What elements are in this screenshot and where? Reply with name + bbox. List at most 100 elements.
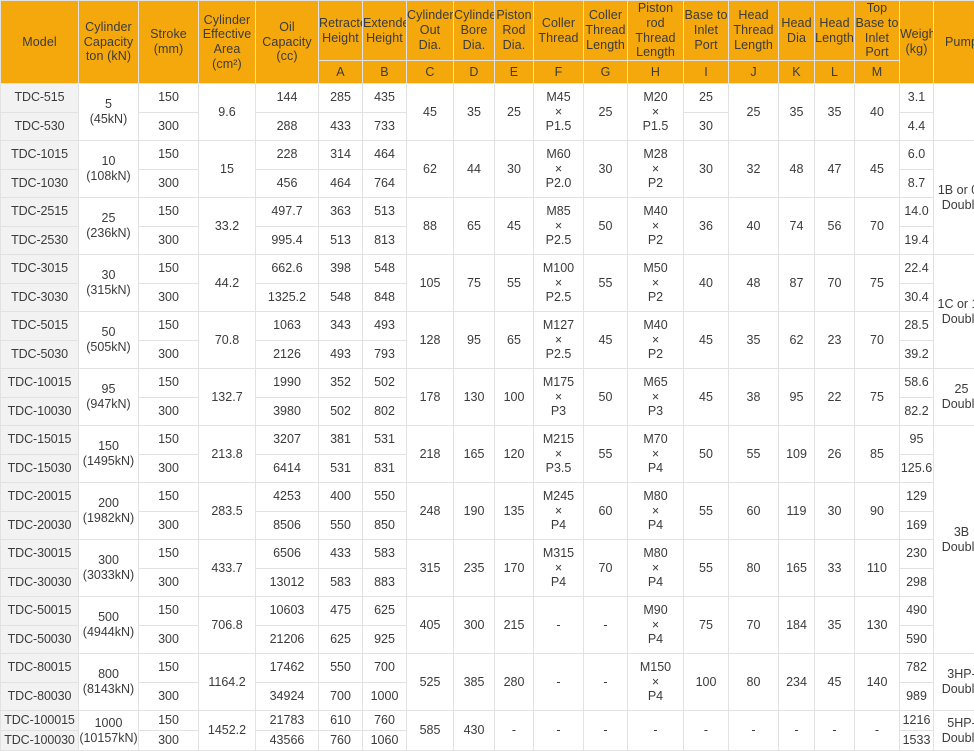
cell-model: TDC-2530 [0, 225, 79, 255]
cell-extended-height: 583 [362, 539, 407, 569]
col-header-outdia: Cylinder Out Dia. [406, 0, 454, 61]
cell-capacity-line: (947kN) [86, 397, 131, 411]
cell-area: 433.7 [198, 539, 256, 597]
cell-piston-rod-thread-length-line: × [651, 161, 660, 176]
col-letter-A: A [318, 60, 363, 84]
cell-coller-thread-line: × [554, 161, 563, 176]
cell-out-dia: 45 [406, 83, 454, 141]
table-row: TDC-5015 50 (505kN) 150 70.8 1063 343 493 128 95 6… [0, 311, 974, 369]
cell-extended-height: 464 [362, 140, 407, 170]
cell-head-dia: 109 [778, 425, 815, 483]
cell-model: TDC-15015 [0, 425, 79, 455]
cell-rod-dia: 170 [494, 539, 534, 597]
cell-coller-thread-length: 70 [583, 539, 628, 597]
cell-coller-thread-line: M215 [542, 431, 575, 446]
cell-piston-rod-thread-length-line: × [651, 617, 660, 632]
cell-head-dia: 119 [778, 482, 815, 540]
cell-weight: 6.0 [899, 140, 934, 170]
cell-weight: 129 [899, 482, 934, 512]
cell-rod-dia: 30 [494, 140, 534, 198]
cell-area: 1452.2 [198, 710, 256, 751]
cell-retracted-height: 398 [318, 254, 363, 284]
cell-coller-thread: M127 × P2.5 [533, 311, 584, 369]
col-header-weight: Weight(kg) [899, 0, 934, 84]
cell-coller-thread-line: × [554, 332, 563, 347]
cell-coller-thread-line: P2.5 [545, 347, 572, 362]
cell-bore-dia: 35 [453, 83, 495, 141]
cell-stroke: 150 [138, 197, 199, 227]
col-header-label: Cylinder Effective Area [202, 12, 252, 57]
cell-extended-height: 813 [362, 225, 407, 255]
col-header-headlen: Head Length [814, 0, 855, 61]
cell-coller-thread-line: M315 [542, 545, 575, 560]
cell-extended-height: 550 [362, 482, 407, 512]
cell-head-length: 33 [814, 539, 855, 597]
cell-coller-thread: M175 × P3 [533, 368, 584, 426]
cell-extended-height: 793 [362, 339, 407, 369]
cell-stroke: 300 [138, 396, 199, 426]
cell-base-to-inlet-port: 30 [683, 111, 729, 141]
cell-model: TDC-5030 [0, 339, 79, 369]
cell-stroke: 150 [138, 653, 199, 683]
cell-extended-height: 625 [362, 596, 407, 626]
cell-head-dia: 184 [778, 596, 815, 654]
cell-coller-thread-line: P4 [550, 518, 567, 533]
cell-extended-height: 733 [362, 111, 407, 141]
cell-weight: 989 [899, 681, 934, 711]
cell-coller-thread-length: 25 [583, 83, 628, 141]
cell-base-to-inlet-port: 100 [683, 653, 729, 711]
cell-piston-rod-thread-length: M40 × P2 [627, 197, 684, 255]
col-header-stroke: Stroke (mm) [138, 0, 199, 84]
cell-piston-rod-thread-length-line: × [651, 389, 660, 404]
cell-retracted-height: 285 [318, 83, 363, 113]
cell-weight: 169 [899, 510, 934, 540]
cell-out-dia: 218 [406, 425, 454, 483]
col-letter-H: H [627, 60, 684, 84]
cell-base-to-inlet-port: 50 [683, 425, 729, 483]
cell-oil-capacity: 456 [255, 168, 319, 198]
table-row: TDC-3015 30 (315kN) 150 44.2 662.6 398 548 105 75… [0, 254, 974, 369]
cell-head-thread-length: - [728, 710, 779, 751]
cell-stroke: 300 [138, 168, 199, 198]
cell-weight: 125.6 [899, 453, 934, 483]
col-letter-G: G [583, 60, 628, 84]
cell-area: 283.5 [198, 482, 256, 540]
cell-retracted-height: 548 [318, 282, 363, 312]
cell-stroke: 150 [138, 482, 199, 512]
cell-coller-thread-line: × [554, 104, 563, 119]
cell-oil-capacity: 21783 [255, 710, 319, 731]
cell-piston-rod-thread-length-line: P2 [647, 176, 664, 191]
cell-pump: 25 Double [933, 368, 974, 426]
col-header-model: Model [0, 0, 79, 84]
cell-stroke: 150 [138, 596, 199, 626]
cell-head-dia: 35 [778, 83, 815, 141]
cell-model: TDC-50015 [0, 596, 79, 626]
cell-model: TDC-30030 [0, 567, 79, 597]
cell-coller-thread-length: 55 [583, 425, 628, 483]
cell-oil-capacity: 497.7 [255, 197, 319, 227]
cell-stroke: 300 [138, 225, 199, 255]
table-row: TDC-2515 25 (236kN) 150 33.2 497.7 363 513 88 65 4… [0, 197, 974, 255]
cell-head-thread-length: 35 [728, 311, 779, 369]
col-header-label: Head Dia [781, 15, 812, 45]
cell-capacity-line: 95 [101, 382, 116, 397]
cell-top-base-to-inlet-port: - [854, 710, 900, 751]
cell-capacity-line: 800 [98, 667, 119, 682]
cell-model: TDC-80015 [0, 653, 79, 683]
cell-model: TDC-530 [0, 111, 79, 141]
cell-extended-height: 493 [362, 311, 407, 341]
cell-piston-rod-thread-length-line: × [651, 332, 660, 347]
cell-capacity-line: 50 [101, 325, 116, 340]
cell-extended-height: 1000 [362, 681, 407, 711]
cell-coller-thread-line: M60 [546, 146, 571, 161]
specification-table: Model Cylinder Capacity ton (kN) Stroke (mm)… [0, 0, 974, 751]
cell-pump [933, 83, 974, 141]
col-header-label: Cylinder Capacity [83, 19, 134, 49]
cell-head-thread-length: 32 [728, 140, 779, 198]
cell-stroke: 300 [138, 111, 199, 141]
cell-retracted-height: 760 [318, 729, 363, 751]
cell-capacity: 30 (315kN) [78, 254, 139, 312]
table-row: TDC-515 5 (45kN) 150 9.6 144 285 435 45 35 25 M45 × P… [0, 83, 974, 141]
col-letter-F: F [533, 60, 584, 84]
cell-capacity-line: (1495kN) [82, 454, 135, 468]
